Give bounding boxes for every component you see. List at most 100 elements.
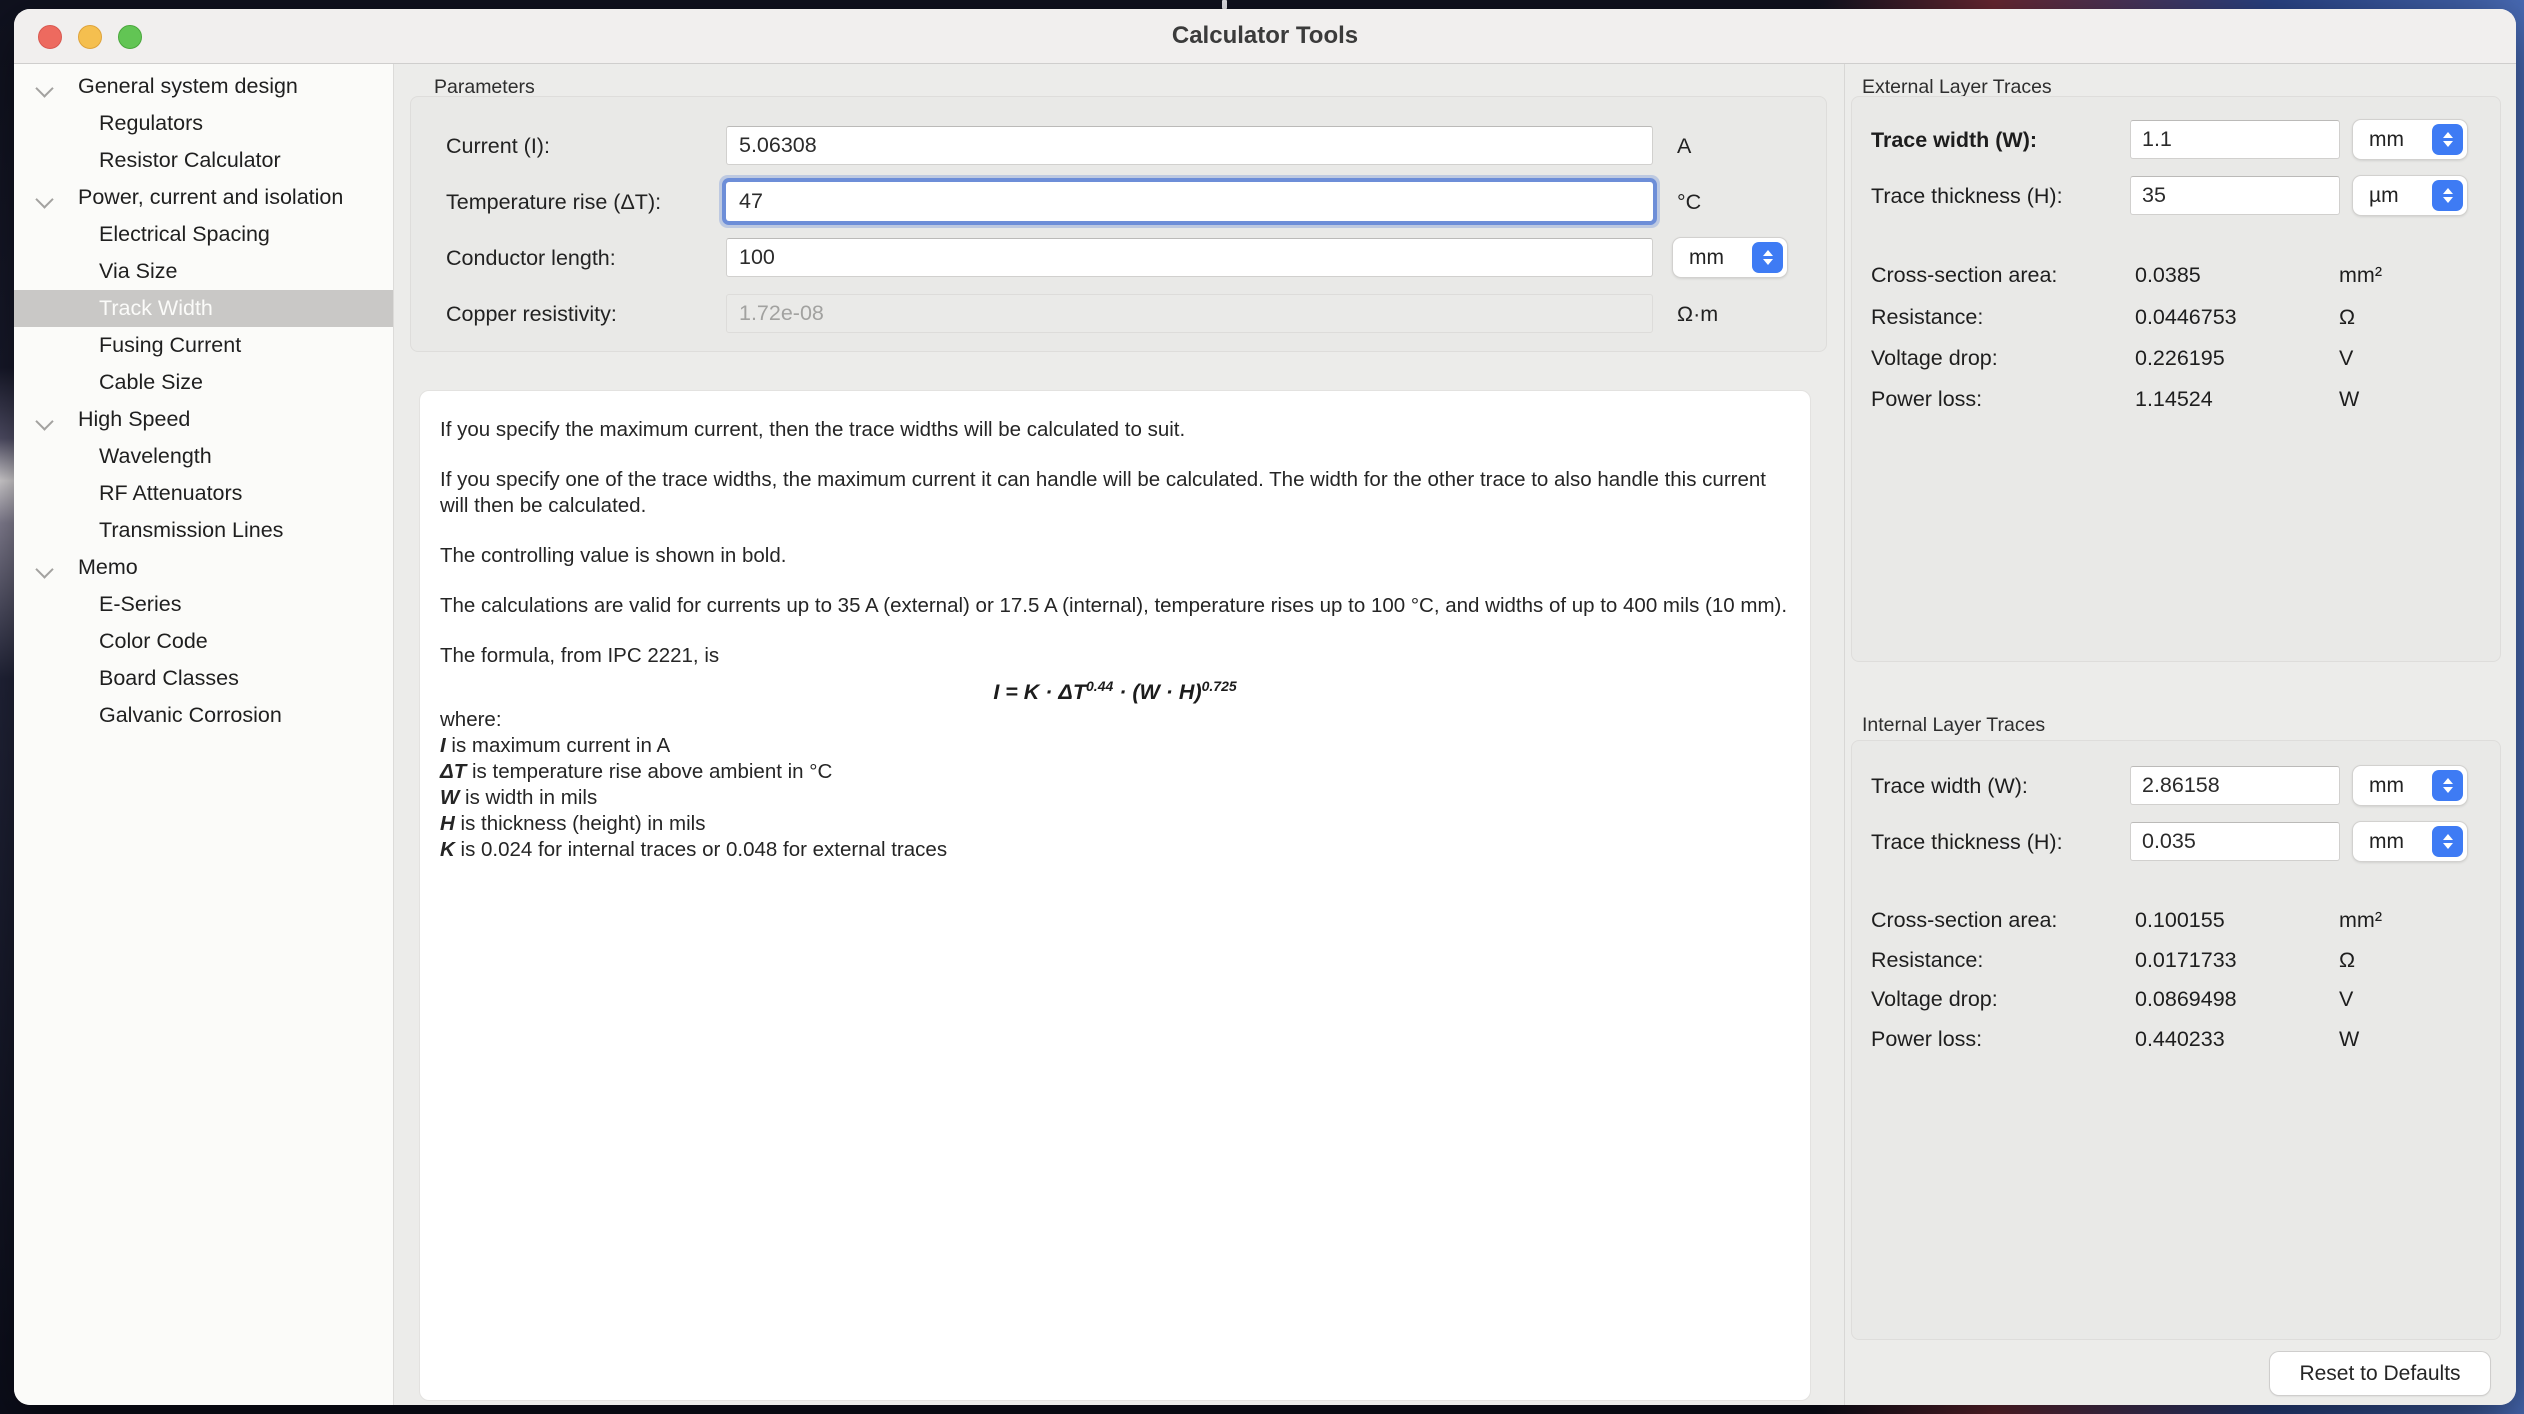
result-label: Power loss: <box>1871 1024 1982 1054</box>
result-unit: Ω <box>2339 302 2355 332</box>
conductor-length-input[interactable] <box>726 238 1653 277</box>
sidebar-item-board-classes[interactable]: Board Classes <box>14 660 393 697</box>
sidebar-item-resistor-calculator[interactable]: Resistor Calculator <box>14 142 393 179</box>
sidebar-item-transmission-lines[interactable]: Transmission Lines <box>14 512 393 549</box>
result-label: Cross-section area: <box>1871 260 2057 290</box>
external-result-row: Resistance: 0.0446753 Ω <box>1845 302 2516 332</box>
sidebar-item-power-current-and-isolation[interactable]: Power, current and isolation <box>14 179 393 216</box>
copper-resistivity-input <box>726 294 1653 333</box>
sidebar-item-track-width[interactable]: Track Width <box>14 290 393 327</box>
current-unit: A <box>1677 124 1691 169</box>
result-value: 0.0171733 <box>2135 945 2237 975</box>
sidebar-item-memo[interactable]: Memo <box>14 549 393 586</box>
result-unit: Ω <box>2339 945 2355 975</box>
external-trace-width-row: Trace width (W): mm <box>1845 118 2516 163</box>
result-label: Voltage drop: <box>1871 343 1998 373</box>
sidebar-item-e-series[interactable]: E-Series <box>14 586 393 623</box>
result-label: Power loss: <box>1871 384 1982 414</box>
result-label: Resistance: <box>1871 945 1983 975</box>
internal-trace-thickness-unit-select[interactable]: mm <box>2353 822 2467 861</box>
sidebar-item-label: High Speed <box>78 401 190 438</box>
reset-to-defaults-button[interactable]: Reset to Defaults <box>2270 1352 2490 1395</box>
chevron-up-icon <box>2443 834 2453 840</box>
internal-trace-width-row: Trace width (W): mm <box>1845 764 2516 809</box>
internal-trace-thickness-label: Trace thickness (H): <box>1871 820 2063 865</box>
sidebar-item-label: Memo <box>78 549 138 586</box>
sidebar-item-regulators[interactable]: Regulators <box>14 105 393 142</box>
chevron-down-icon <box>2443 787 2453 793</box>
chevron-up-icon <box>2443 778 2453 784</box>
result-value: 0.100155 <box>2135 905 2225 935</box>
result-value: 0.226195 <box>2135 343 2225 373</box>
sidebar-item-cable-size[interactable]: Cable Size <box>14 364 393 401</box>
result-unit: W <box>2339 1024 2359 1054</box>
results-panel: External Layer Traces Trace width (W): m… <box>1844 64 2516 1405</box>
chevron-down-icon <box>2443 141 2453 147</box>
description-panel: If you specify the maximum current, then… <box>419 390 1811 1401</box>
conductor-length-label: Conductor length: <box>446 236 616 281</box>
sidebar-item-label: Track Width <box>99 290 213 327</box>
where-line: K is 0.024 for internal traces or 0.048 … <box>440 837 1790 863</box>
unit-label: mm <box>2369 830 2404 854</box>
internal-trace-thickness-input[interactable] <box>2130 822 2340 861</box>
description-paragraph: If you specify the maximum current, then… <box>440 417 1790 443</box>
sidebar-item-via-size[interactable]: Via Size <box>14 253 393 290</box>
sidebar-item-label: Power, current and isolation <box>78 179 343 216</box>
sidebar-item-fusing-current[interactable]: Fusing Current <box>14 327 393 364</box>
internal-trace-width-input[interactable] <box>2130 766 2340 805</box>
sidebar-item-label: General system design <box>78 68 298 105</box>
sidebar-item-label: E-Series <box>99 586 181 623</box>
sidebar-item-electrical-spacing[interactable]: Electrical Spacing <box>14 216 393 253</box>
description-paragraph: If you specify one of the trace widths, … <box>440 467 1790 519</box>
chevron-down-icon <box>1763 259 1773 265</box>
sidebar-item-wavelength[interactable]: Wavelength <box>14 438 393 475</box>
sidebar-item-label: Regulators <box>99 105 203 142</box>
chevron-down-icon[interactable] <box>35 412 53 430</box>
ipc-formula: I = K · ΔT0.44 · (W · H)0.725 <box>440 673 1790 705</box>
result-value: 0.0385 <box>2135 260 2201 290</box>
desktop-artifact <box>1222 0 1227 9</box>
external-trace-thickness-unit-select[interactable]: µm <box>2353 176 2467 215</box>
sidebar-item-label: Resistor Calculator <box>99 142 281 179</box>
current-label: Current (I): <box>446 124 550 169</box>
current-input[interactable] <box>726 126 1653 165</box>
external-trace-width-unit-select[interactable]: mm <box>2353 120 2467 159</box>
external-trace-thickness-input[interactable] <box>2130 176 2340 215</box>
where-line: H is thickness (height) in mils <box>440 811 1790 837</box>
stepper-icon <box>2432 770 2463 801</box>
result-label: Voltage drop: <box>1871 984 1998 1014</box>
chevron-down-icon[interactable] <box>35 79 53 97</box>
chevron-down-icon[interactable] <box>35 560 53 578</box>
sidebar-item-label: Wavelength <box>99 438 212 475</box>
external-trace-width-input[interactable] <box>2130 120 2340 159</box>
internal-result-row: Cross-section area: 0.100155 mm² <box>1845 905 2516 935</box>
sidebar-item-label: Galvanic Corrosion <box>99 697 282 734</box>
temperature-rise-input[interactable] <box>726 182 1653 221</box>
sidebar-item-label: Color Code <box>99 623 208 660</box>
unit-label: µm <box>2369 184 2399 208</box>
sidebar-item-galvanic-corrosion[interactable]: Galvanic Corrosion <box>14 697 393 734</box>
conductor-length-unit-select[interactable]: mm <box>1673 238 1787 277</box>
sidebar-item-color-code[interactable]: Color Code <box>14 623 393 660</box>
chevron-up-icon <box>2443 188 2453 194</box>
stepper-icon <box>2432 180 2463 211</box>
sidebar-item-general-system-design[interactable]: General system design <box>14 68 393 105</box>
chevron-down-icon <box>2443 197 2453 203</box>
param-row-temperature-rise: Temperature rise (ΔT): °C <box>394 180 1844 225</box>
sidebar-item-rf-attenuators[interactable]: RF Attenuators <box>14 475 393 512</box>
internal-trace-width-unit-select[interactable]: mm <box>2353 766 2467 805</box>
param-row-conductor-length: Conductor length: mm <box>394 236 1844 281</box>
external-result-row: Voltage drop: 0.226195 V <box>1845 343 2516 373</box>
result-unit: mm² <box>2339 260 2382 290</box>
result-value: 0.0446753 <box>2135 302 2237 332</box>
sidebar-item-high-speed[interactable]: High Speed <box>14 401 393 438</box>
internal-result-row: Voltage drop: 0.0869498 V <box>1845 984 2516 1014</box>
chevron-up-icon <box>1763 250 1773 256</box>
stepper-icon <box>2432 826 2463 857</box>
copper-resistivity-label: Copper resistivity: <box>446 292 617 337</box>
chevron-down-icon[interactable] <box>35 190 53 208</box>
param-row-copper-resistivity: Copper resistivity: Ω·m <box>394 292 1844 337</box>
stepper-icon <box>1752 242 1783 273</box>
unit-label: mm <box>2369 774 2404 798</box>
external-trace-thickness-label: Trace thickness (H): <box>1871 174 2063 219</box>
